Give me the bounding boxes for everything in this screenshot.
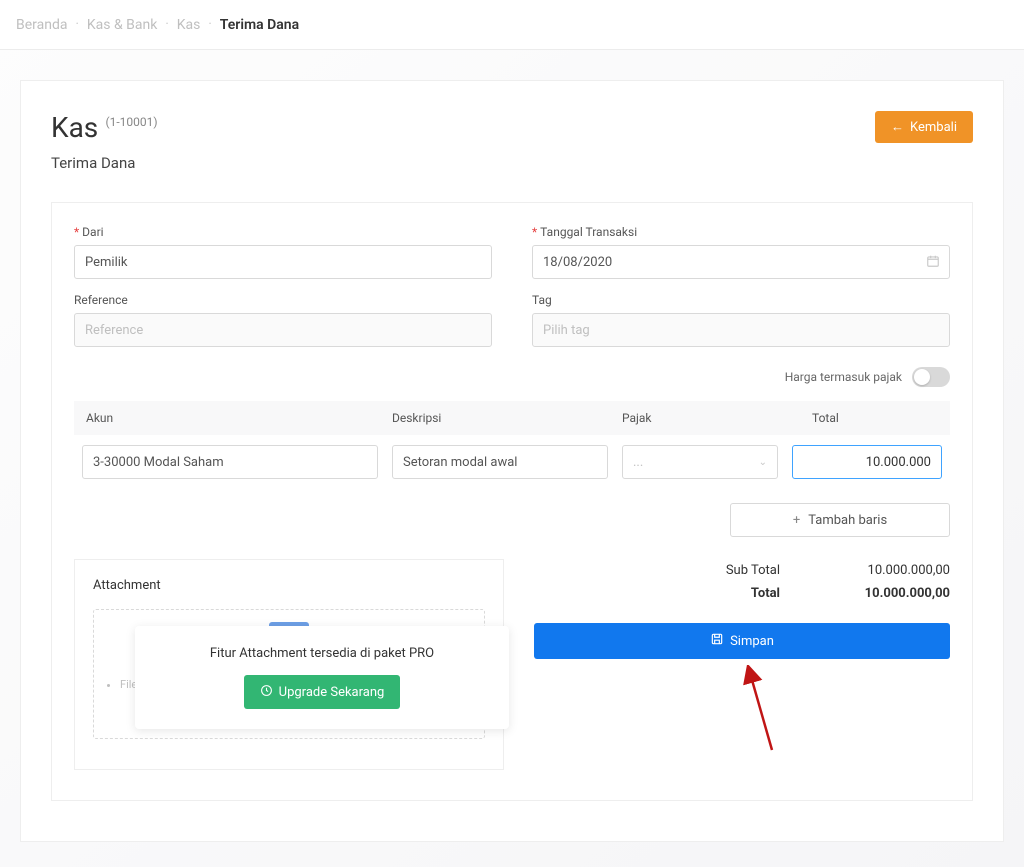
save-button-label: Simpan <box>730 634 774 649</box>
main-card: Kas (1-10001) Terima Dana ← Kembali *Dar… <box>20 80 1004 842</box>
back-button[interactable]: ← Kembali <box>875 111 973 143</box>
pajak-select[interactable]: ... ⌄ <box>622 445 778 479</box>
page-title: Kas <box>51 111 98 144</box>
attachment-upsell-text: Fitur Attachment tersedia di paket PRO <box>159 646 485 661</box>
totals-panel: Sub Total 10.000.000,00 Total 10.000.000… <box>534 559 950 770</box>
table-row: ... ⌄ <box>74 435 950 485</box>
akun-input[interactable] <box>82 445 378 479</box>
tax-include-toggle[interactable] <box>912 367 950 387</box>
save-icon <box>710 632 724 650</box>
attachment-card: Attachment File siz Fitur Attachment ter… <box>74 559 504 770</box>
add-row-label: Tambah baris <box>808 513 887 528</box>
page-subtitle: Terima Dana <box>51 154 158 172</box>
date-label: *Tanggal Transaksi <box>532 225 950 239</box>
back-button-label: Kembali <box>910 120 957 135</box>
upgrade-button[interactable]: Upgrade Sekarang <box>244 675 401 709</box>
tag-input[interactable] <box>532 313 950 347</box>
table-header: Akun Deskripsi Pajak Total <box>74 401 950 435</box>
breadcrumb-item-home[interactable]: Beranda <box>16 17 67 33</box>
date-input[interactable] <box>532 245 950 279</box>
breadcrumb-sep: · <box>165 17 168 32</box>
clock-icon <box>260 684 273 701</box>
subtotal-value: 10.000.000,00 <box>780 563 950 578</box>
form-body: *Dari *Tanggal Transaksi Reference <box>51 202 973 801</box>
page-title-code: (1-10001) <box>105 115 157 129</box>
breadcrumb: Beranda · Kas & Bank · Kas · Terima Dana <box>0 0 1024 50</box>
col-deskripsi: Deskripsi <box>392 411 622 425</box>
from-label: *Dari <box>74 225 492 239</box>
attachment-title: Attachment <box>93 578 485 593</box>
breadcrumb-sep: · <box>75 17 78 32</box>
save-button[interactable]: Simpan <box>534 623 950 659</box>
chevron-down-icon: ⌄ <box>759 457 767 468</box>
breadcrumb-item-current: Terima Dana <box>220 17 299 33</box>
plus-icon: + <box>793 513 800 528</box>
tax-include-label: Harga termasuk pajak <box>785 370 902 384</box>
calendar-icon[interactable] <box>926 254 940 272</box>
upgrade-button-label: Upgrade Sekarang <box>279 685 385 700</box>
arrow-left-icon: ← <box>891 119 904 135</box>
breadcrumb-item-kasbank[interactable]: Kas & Bank <box>87 17 157 33</box>
total-value: 10.000.000,00 <box>780 586 950 601</box>
breadcrumb-sep: · <box>208 17 211 32</box>
col-pajak: Pajak <box>622 411 792 425</box>
col-akun: Akun <box>82 411 392 425</box>
subtotal-label: Sub Total <box>610 563 780 578</box>
reference-input[interactable] <box>74 313 492 347</box>
pajak-select-value: ... <box>633 455 643 470</box>
breadcrumb-item-kas[interactable]: Kas <box>177 17 201 33</box>
attachment-upsell-popup: Fitur Attachment tersedia di paket PRO U… <box>135 626 509 729</box>
from-input[interactable] <box>74 245 492 279</box>
deskripsi-input[interactable] <box>392 445 608 479</box>
reference-label: Reference <box>74 293 492 307</box>
tag-label: Tag <box>532 293 950 307</box>
total-label: Total <box>610 586 780 601</box>
add-row-button[interactable]: + Tambah baris <box>730 503 950 537</box>
col-total: Total <box>792 411 942 425</box>
total-input[interactable] <box>792 445 942 479</box>
